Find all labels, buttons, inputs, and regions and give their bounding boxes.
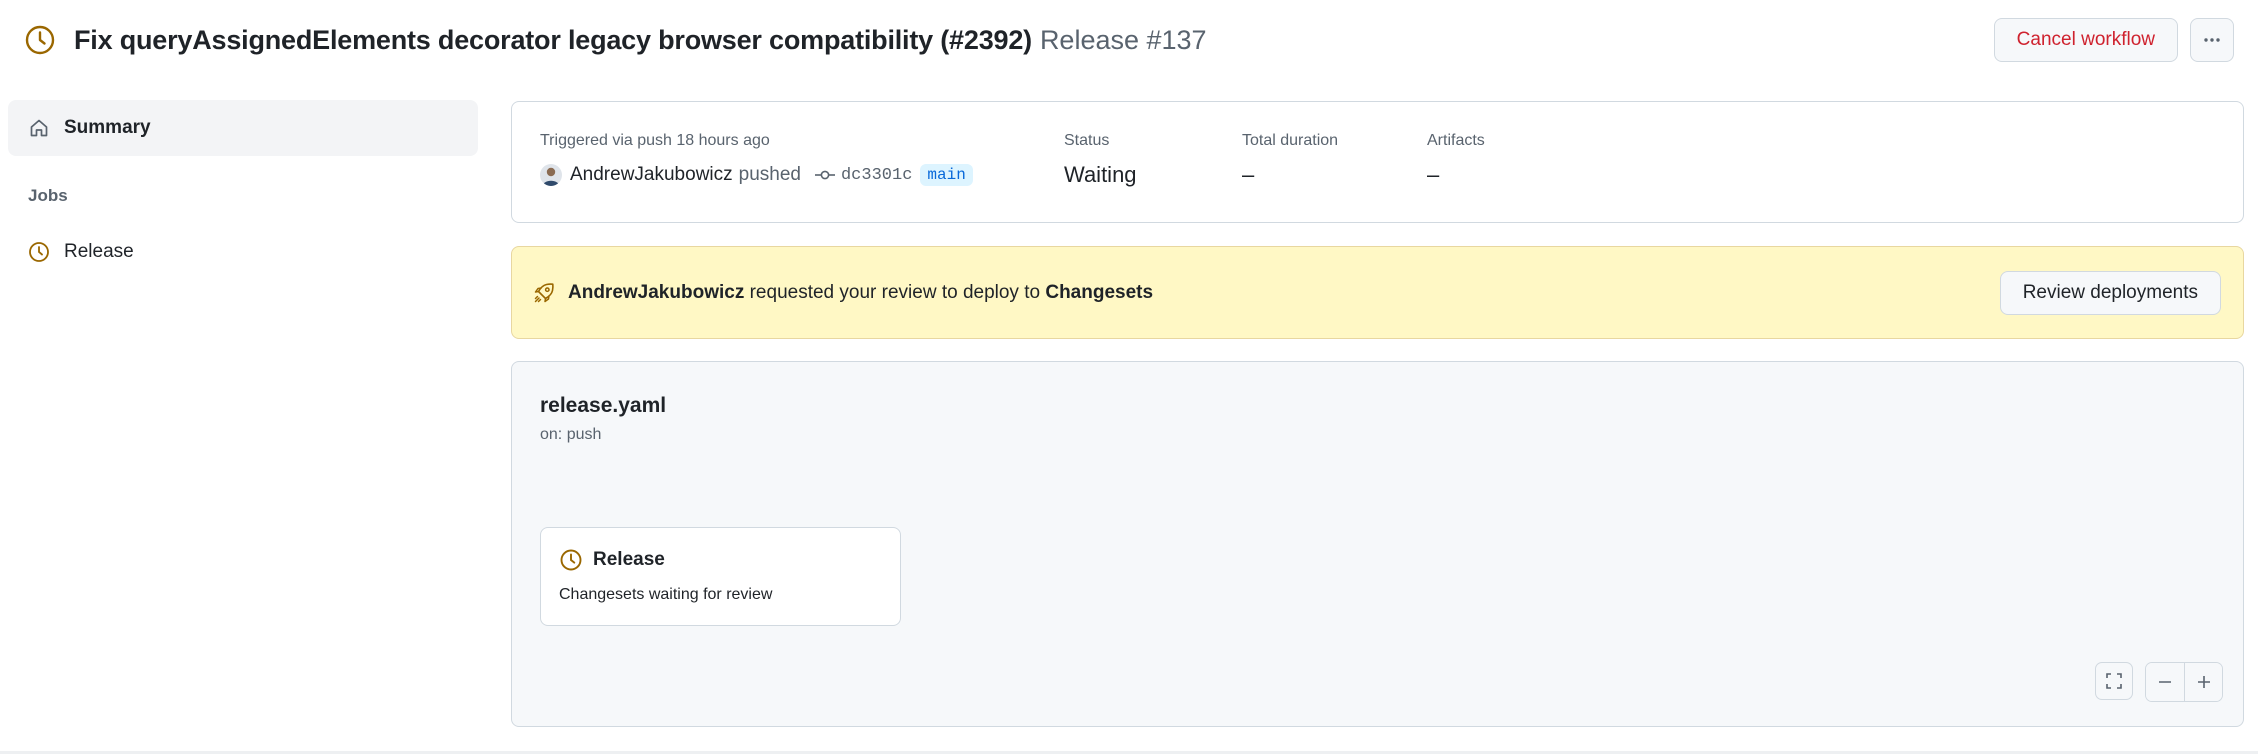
graph-controls	[2095, 662, 2223, 702]
requester-link[interactable]: AndrewJakubowicz	[568, 282, 744, 303]
minus-icon	[2159, 681, 2171, 683]
main-content: Triggered via push 18 hours ago AndrewJa…	[511, 101, 2244, 727]
workflow-trigger: on: push	[540, 426, 602, 443]
job-status-text: Changesets waiting for review	[559, 586, 773, 603]
header-actions: Cancel workflow	[1993, 18, 2234, 62]
avatar[interactable]	[540, 164, 562, 186]
trigger-column: Triggered via push 18 hours ago AndrewJa…	[540, 132, 973, 186]
fullscreen-button[interactable]	[2095, 662, 2133, 700]
workflow-run-page: Fix queryAssignedElements decorator lega…	[0, 0, 2258, 754]
sidebar-item-label: Release	[64, 241, 134, 262]
actor-link[interactable]: AndrewJakubowicz	[570, 164, 733, 186]
sidebar-item-release-job[interactable]: Release	[8, 224, 478, 280]
git-commit-icon	[814, 170, 835, 180]
workflow-file-name[interactable]: release.yaml	[540, 394, 666, 418]
duration-value: –	[1242, 162, 1255, 187]
zoom-out-button[interactable]	[2146, 663, 2184, 701]
plus-icon	[2197, 676, 2210, 688]
zoom-in-button[interactable]	[2184, 663, 2222, 701]
commit-sha: dc3301c	[840, 165, 913, 185]
status-value: Waiting	[1064, 162, 1137, 187]
job-node-release[interactable]: Release Changesets waiting for review	[540, 527, 901, 626]
page-title: Fix queryAssignedElements decorator lega…	[74, 24, 1032, 55]
job-name: Release	[593, 549, 665, 570]
home-icon	[30, 119, 48, 137]
clock-icon	[29, 242, 49, 262]
run-summary-card: Triggered via push 18 hours ago AndrewJa…	[511, 101, 2244, 223]
deployment-review-text: AndrewJakubowicz requested your review t…	[568, 282, 1153, 304]
artifacts-value: –	[1427, 162, 1440, 187]
kebab-horizontal-icon	[2204, 38, 2220, 42]
review-deployments-button[interactable]: Review deployments	[1999, 270, 2221, 315]
rocket-icon	[534, 282, 554, 302]
trigger-details: AndrewJakubowicz pushed dc3301c main	[540, 164, 973, 186]
sidebar: Summary Jobs Release	[8, 100, 478, 280]
trigger-label: Triggered via push 18 hours ago	[540, 132, 770, 149]
workflow-graph: release.yaml on: push Release Changesets…	[511, 361, 2244, 727]
sidebar-item-label: Summary	[64, 117, 151, 138]
run-header: Fix queryAssignedElements decorator lega…	[0, 0, 2258, 80]
more-options-button[interactable]	[2190, 18, 2234, 62]
request-message: requested your review to deploy to	[744, 281, 1046, 303]
environment-name: Changesets	[1045, 281, 1154, 303]
deployment-review-banner: AndrewJakubowicz requested your review t…	[511, 246, 2244, 339]
status-column: Status Waiting	[1064, 132, 1137, 188]
commit-link[interactable]: dc3301c	[814, 165, 913, 185]
run-number: Release #137	[1039, 24, 1207, 55]
job-title: Release	[559, 548, 665, 572]
fullscreen-icon	[2106, 673, 2122, 689]
clock-icon	[24, 24, 56, 56]
action-text: pushed	[738, 164, 801, 185]
artifacts-label: Artifacts	[1427, 132, 1485, 149]
cancel-workflow-button[interactable]: Cancel workflow	[1993, 18, 2178, 62]
zoom-controls	[2145, 662, 2223, 702]
sidebar-item-summary[interactable]: Summary	[8, 100, 478, 156]
status-label: Status	[1064, 132, 1110, 149]
duration-label: Total duration	[1242, 132, 1339, 149]
jobs-heading: Jobs	[28, 186, 68, 205]
branch-label[interactable]: main	[920, 164, 973, 186]
artifacts-column: Artifacts –	[1427, 132, 1485, 188]
clock-icon	[560, 549, 582, 571]
duration-column: Total duration –	[1242, 132, 1338, 188]
